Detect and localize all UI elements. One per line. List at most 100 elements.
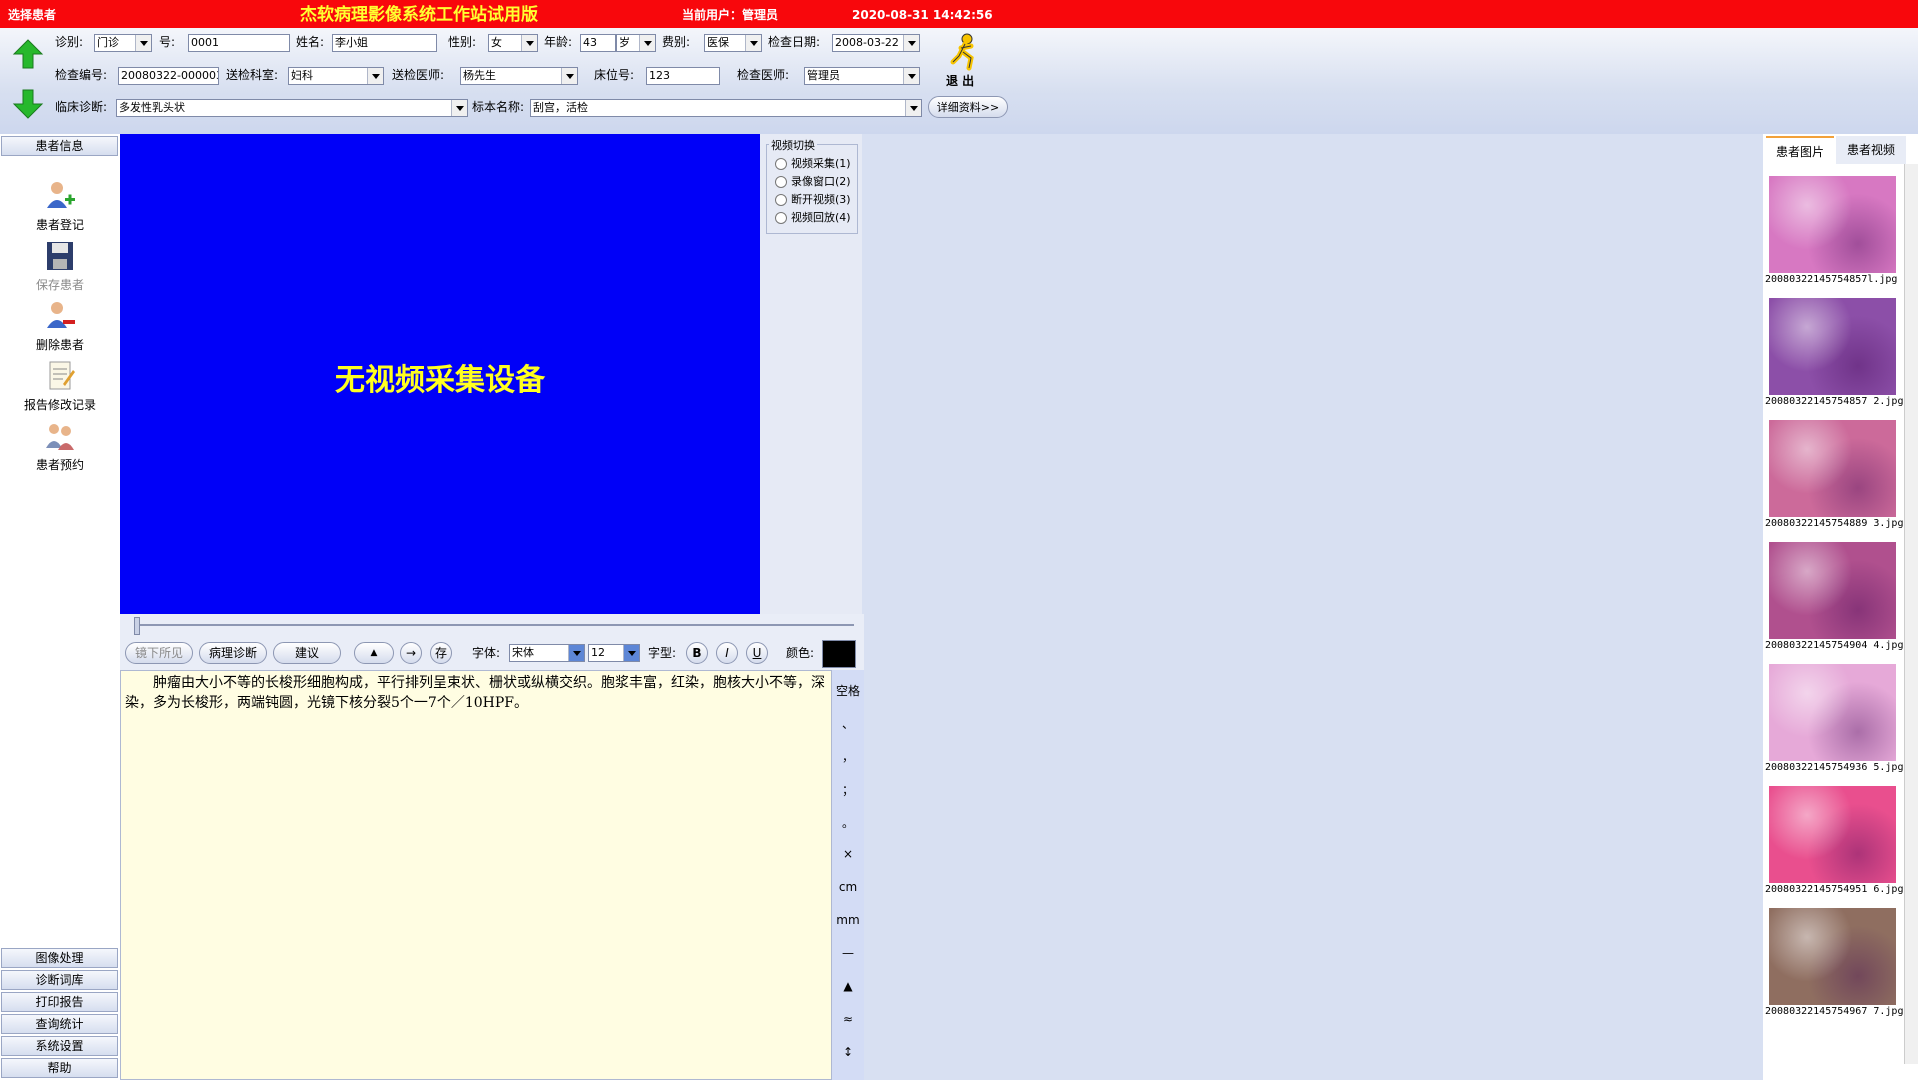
symbol-button[interactable]: ↕ xyxy=(832,1045,864,1059)
previous-record-arrow-icon[interactable] xyxy=(12,38,44,70)
save-patient-tool[interactable]: 保存患者 xyxy=(0,240,120,293)
thumbnail-image[interactable] xyxy=(1769,664,1896,761)
symbol-button[interactable]: ▲ xyxy=(832,979,864,993)
age-label: 年龄: xyxy=(544,35,573,49)
tab-patient-video[interactable]: 患者视频 xyxy=(1836,136,1906,164)
bold-button[interactable]: B xyxy=(686,642,708,664)
thumbnail-image[interactable] xyxy=(1769,176,1896,273)
symbol-button[interactable]: ≈ xyxy=(832,1012,864,1026)
report-edit-record-tool[interactable]: 报告修改记录 xyxy=(0,360,120,413)
radio-video-playback[interactable]: 视频回放(4) xyxy=(775,209,851,225)
diag-select[interactable]: 多发性乳头状 xyxy=(116,99,468,117)
chevron-down-icon xyxy=(745,35,761,51)
thumbnail-filename: 20080322145754951 6.jpg xyxy=(1765,884,1904,895)
detail-button[interactable]: 详细资料>> xyxy=(928,96,1008,118)
editor-toolbar: 镜下所见 病理诊断 建议 ▲ → 存 字体: 宋体 12 字型: B I U 颜… xyxy=(120,636,864,670)
radio-disconnect-video[interactable]: 断开视频(3) xyxy=(775,191,851,207)
microscopic-findings-button[interactable]: 镜下所见 xyxy=(125,642,193,664)
radio-video-capture[interactable]: 视频采集(1) xyxy=(775,155,851,171)
seek-track[interactable] xyxy=(136,624,854,626)
exit-label[interactable]: 退 出 xyxy=(946,72,974,90)
symbol-button[interactable]: ， xyxy=(832,748,864,765)
chevron-down-icon xyxy=(903,35,919,51)
doctor-select[interactable]: 杨先生 xyxy=(460,67,578,85)
suggestion-button[interactable]: 建议 xyxy=(273,642,341,664)
date-select[interactable]: 2008-03-22 xyxy=(832,34,920,52)
tool-label: 保存患者 xyxy=(35,278,84,292)
move-up-button[interactable]: ▲ xyxy=(354,642,394,664)
color-label: 颜色: xyxy=(786,646,815,660)
insert-arrow-button[interactable]: → xyxy=(400,642,422,664)
thumbnail-filename: 20080322145754857 2.jpg xyxy=(1765,396,1904,407)
symbol-button[interactable]: 空格 xyxy=(832,682,864,699)
seek-handle[interactable] xyxy=(134,617,140,635)
fee-label: 费别: xyxy=(662,35,691,49)
symbol-button[interactable]: 、 xyxy=(832,715,864,732)
next-record-arrow-icon[interactable] xyxy=(12,88,44,120)
age-input[interactable]: 43 xyxy=(580,34,616,52)
chevron-down-icon xyxy=(905,100,921,116)
type-select[interactable]: 门诊 xyxy=(94,34,152,52)
symbol-button[interactable]: × xyxy=(832,847,864,861)
select-patient-label[interactable]: 选择患者 xyxy=(8,0,56,28)
nav-query-stats[interactable]: 查询统计 xyxy=(1,1014,118,1034)
num-input[interactable]: 0001 xyxy=(188,34,290,52)
pathology-diagnosis-button[interactable]: 病理诊断 xyxy=(199,642,267,664)
radio-record-window[interactable]: 录像窗口(2) xyxy=(775,173,851,189)
font-select[interactable]: 宋体 xyxy=(509,644,585,662)
symbol-button[interactable]: 。 xyxy=(832,814,864,831)
date-label: 检查日期: xyxy=(768,35,821,49)
patient-info-header[interactable]: 患者信息 xyxy=(1,136,118,156)
specimen-select[interactable]: 刮宫，活检 xyxy=(530,99,922,117)
thumbnail-image[interactable] xyxy=(1769,298,1896,395)
thumbnail-filename: 20080322145754857l.jpg xyxy=(1765,274,1898,285)
symbol-button[interactable]: — xyxy=(832,946,864,960)
nav-image-processing[interactable]: 图像处理 xyxy=(1,948,118,968)
exit-runner-icon[interactable] xyxy=(945,32,985,72)
patient-form: 诊别: 门诊 号: 0001 姓名: 李小姐 性别: 女 年龄: 43 岁 费别… xyxy=(0,28,1918,134)
exam-no-input[interactable]: 20080322-000003 xyxy=(118,67,219,85)
thumbnail-image[interactable] xyxy=(1769,908,1896,1005)
store-button[interactable]: 存 xyxy=(430,642,452,664)
sex-select[interactable]: 女 xyxy=(488,34,538,52)
chevron-down-icon xyxy=(623,645,639,661)
video-switch-title: 视频切换 xyxy=(769,137,817,153)
name-label: 姓名: xyxy=(296,35,325,49)
thumbnail-image[interactable] xyxy=(1769,542,1896,639)
thumbnail-scrollbar[interactable] xyxy=(1904,164,1918,1064)
exam-no-label: 检查编号: xyxy=(55,68,108,82)
underline-button[interactable]: U xyxy=(746,642,768,664)
symbol-button[interactable]: mm xyxy=(832,913,864,927)
age-unit-select[interactable]: 岁 xyxy=(616,34,656,52)
font-size-select[interactable]: 12 xyxy=(588,644,640,662)
tool-label: 报告修改记录 xyxy=(23,398,96,412)
name-input[interactable]: 李小姐 xyxy=(332,34,437,52)
no-video-message: 无视频采集设备 xyxy=(335,363,545,398)
thumbnail-image[interactable] xyxy=(1769,420,1896,517)
patient-booking-tool[interactable]: 患者预约 xyxy=(0,420,120,473)
report-text-editor[interactable]: 肿瘤由大小不等的长梭形细胞构成，平行排列呈束状、栅状或纵横交织。胞浆丰富，红染，… xyxy=(120,670,832,1080)
num-label: 号: xyxy=(159,35,176,49)
italic-button[interactable]: I xyxy=(716,642,738,664)
font-label: 字体: xyxy=(472,646,501,660)
dept-select[interactable]: 妇科 xyxy=(288,67,384,85)
nav-print-report[interactable]: 打印报告 xyxy=(1,992,118,1012)
thumbnail-image[interactable] xyxy=(1769,786,1896,883)
symbol-button[interactable]: cm xyxy=(832,880,864,894)
tool-label: 患者预约 xyxy=(35,458,84,472)
bed-input[interactable]: 123 xyxy=(646,67,720,85)
checker-select[interactable]: 管理员 xyxy=(804,67,920,85)
patient-register-tool[interactable]: 患者登记 xyxy=(0,180,120,233)
tool-label: 删除患者 xyxy=(35,338,84,352)
nav-help[interactable]: 帮助 xyxy=(1,1058,118,1078)
sex-label: 性别: xyxy=(448,35,477,49)
delete-patient-tool[interactable]: 删除患者 xyxy=(0,300,120,353)
fee-select[interactable]: 医保 xyxy=(704,34,762,52)
chevron-down-icon xyxy=(451,100,467,116)
symbol-insert-bar: 空格、 ， ； 。 × cm mm — ▲ ≈ ↕ xyxy=(832,670,864,1080)
tab-patient-images[interactable]: 患者图片 xyxy=(1766,136,1834,166)
symbol-button[interactable]: ； xyxy=(832,781,864,798)
color-swatch[interactable] xyxy=(822,640,856,668)
nav-diagnosis-library[interactable]: 诊断词库 xyxy=(1,970,118,990)
nav-system-settings[interactable]: 系统设置 xyxy=(1,1036,118,1056)
